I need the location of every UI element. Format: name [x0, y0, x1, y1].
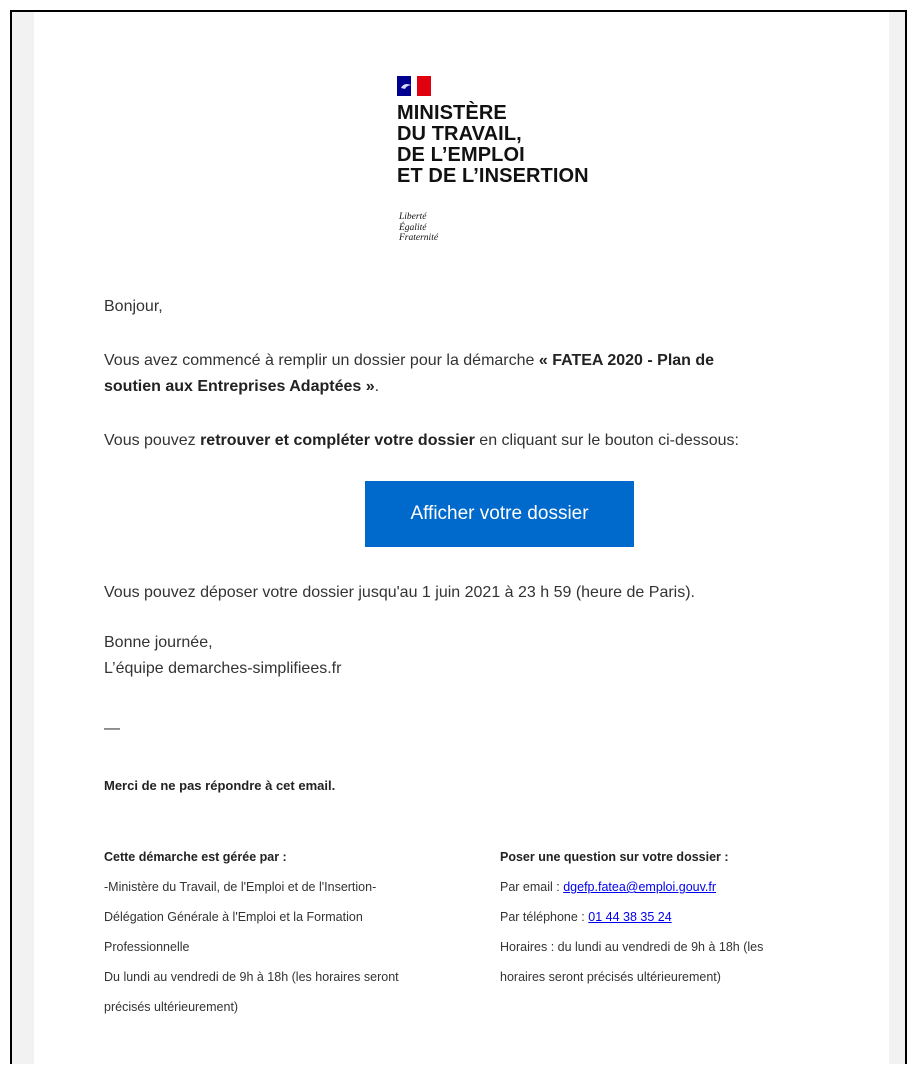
separator: — — [104, 720, 120, 737]
view-dossier-button[interactable]: Afficher votre dossier — [365, 481, 634, 547]
managed-title: Cette démarche est gérée par : — [104, 850, 287, 864]
contact-phone-row: Par téléphone : 01 44 38 35 24 — [500, 910, 672, 924]
instruction-paragraph: Vous pouvez retrouver et compléter votre… — [104, 432, 739, 449]
contact-email-row: Par email : dgefp.fatea@emploi.gouv.fr — [500, 880, 717, 894]
right-gutter — [887, 12, 905, 1064]
managed-line: -Ministère du Travail, de l'Emploi et de… — [104, 880, 377, 894]
hours-line: Horaires : du lundi au vendredi de 9h à … — [500, 940, 764, 954]
managed-line: Du lundi au vendredi de 9h à 18h (les ho… — [104, 970, 399, 984]
contact-email-link[interactable]: dgefp.fatea@emploi.gouv.fr — [563, 880, 716, 894]
signature-text: L’équipe demarches-simplifiees.fr — [104, 660, 342, 677]
deadline-text: Vous pouvez déposer votre dossier jusqu'… — [104, 584, 695, 601]
email-frame: MINISTÈRE DU TRAVAIL, DE L’EMPLOI ET DE … — [10, 10, 907, 1074]
no-reply-notice: Merci de ne pas répondre à cet email. — [104, 778, 336, 793]
managed-line: précisés ultérieurement) — [104, 1000, 239, 1014]
intro-paragraph: Vous avez commencé à remplir un dossier … — [104, 352, 715, 395]
hours-line: horaires seront précisés ultérieurement) — [500, 970, 721, 984]
procedure-name-part1: « FATEA 2020 - Plan de — [538, 352, 715, 369]
question-title: Poser une question sur votre dossier : — [500, 850, 729, 864]
republic-motto: Liberté Égalité Fraternité — [399, 212, 439, 243]
managed-line: Professionnelle — [104, 940, 190, 954]
closing-text: Bonne journée, — [104, 634, 213, 651]
marianne-flag-icon — [397, 76, 431, 96]
ministry-name: MINISTÈRE DU TRAVAIL, DE L’EMPLOI ET DE … — [397, 102, 589, 187]
email-body: MINISTÈRE DU TRAVAIL, DE L’EMPLOI ET DE … — [34, 12, 889, 1074]
left-gutter — [12, 12, 34, 1064]
procedure-name-part2: soutien aux Entreprises Adaptées » — [104, 378, 375, 395]
managed-line: Délégation Générale à l'Emploi et la For… — [104, 910, 363, 924]
greeting: Bonjour, — [104, 298, 163, 315]
contact-phone-link[interactable]: 01 44 38 35 24 — [588, 910, 671, 924]
